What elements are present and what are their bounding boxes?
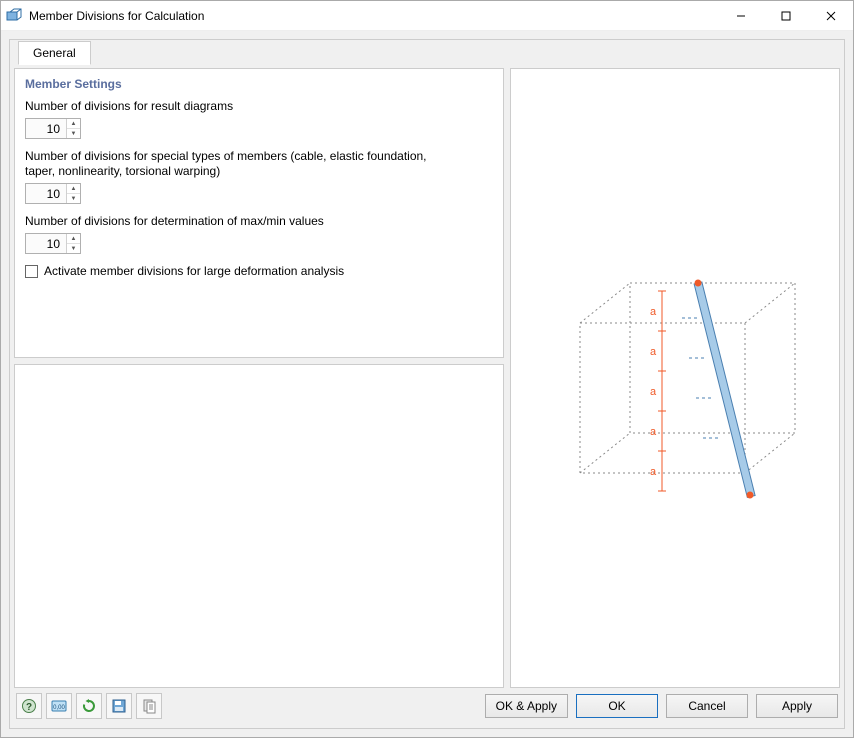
ok-button[interactable]: OK	[576, 694, 658, 718]
minimize-button[interactable]	[718, 1, 763, 30]
window-title: Member Divisions for Calculation	[29, 9, 204, 23]
field-special-types: Number of divisions for special types of…	[25, 149, 493, 204]
cancel-button[interactable]: Cancel	[666, 694, 748, 718]
field-maxmin: Number of divisions for determination of…	[25, 214, 493, 254]
member-settings-panel: Member Settings Number of divisions for …	[14, 68, 504, 358]
label-result-diagrams: Number of divisions for result diagrams	[25, 99, 445, 114]
units-button[interactable]: 0,00	[46, 693, 72, 719]
help-button[interactable]: ?	[16, 693, 42, 719]
spinner-special-types: ▲ ▼	[25, 183, 81, 204]
app-icon	[5, 7, 23, 25]
step-down-icon[interactable]: ▼	[67, 194, 80, 203]
stepper-special-types: ▲ ▼	[66, 184, 80, 203]
footer-buttons: OK & Apply OK Cancel Apply	[485, 694, 838, 718]
tab-general[interactable]: General	[18, 41, 91, 65]
member-preview-icon: a a a a a	[540, 243, 810, 513]
dialog-window: Member Divisions for Calculation General…	[0, 0, 854, 738]
svg-text:0,00: 0,00	[53, 705, 65, 711]
clipboard-icon	[141, 698, 157, 714]
input-result-diagrams[interactable]	[26, 119, 66, 138]
step-down-icon[interactable]: ▼	[67, 244, 80, 253]
label-activate: Activate member divisions for large defo…	[44, 264, 344, 278]
field-result-diagrams: Number of divisions for result diagrams …	[25, 99, 493, 139]
help-icon: ?	[21, 698, 37, 714]
apply-button[interactable]: Apply	[756, 694, 838, 718]
tab-container: General Member Settings Number of divisi…	[9, 39, 845, 729]
stepper-maxmin: ▲ ▼	[66, 234, 80, 253]
input-special-types[interactable]	[26, 184, 66, 203]
step-up-icon[interactable]: ▲	[67, 184, 80, 194]
spare-panel	[14, 364, 504, 688]
checkbox-row-activate[interactable]: Activate member divisions for large defo…	[25, 264, 493, 278]
layout-grid: Member Settings Number of divisions for …	[14, 68, 840, 688]
dim-label: a	[650, 306, 657, 318]
window-controls	[718, 1, 853, 30]
svg-text:?: ?	[26, 702, 32, 713]
step-up-icon[interactable]: ▲	[67, 119, 80, 129]
checkbox-activate[interactable]	[25, 265, 38, 278]
member-settings-heading: Member Settings	[25, 77, 493, 91]
refresh-icon	[81, 698, 97, 714]
ok-apply-button[interactable]: OK & Apply	[485, 694, 568, 718]
dim-label: a	[650, 466, 657, 478]
copy-button[interactable]	[136, 693, 162, 719]
titlebar: Member Divisions for Calculation	[1, 1, 853, 31]
label-special-types: Number of divisions for special types of…	[25, 149, 445, 179]
tab-strip: General	[14, 40, 840, 64]
maximize-button[interactable]	[763, 1, 808, 30]
dim-label: a	[650, 426, 657, 438]
spinner-result-diagrams: ▲ ▼	[25, 118, 81, 139]
step-down-icon[interactable]: ▼	[67, 129, 80, 138]
dialog-footer: ? 0,00 OK & Apply OK Cancel	[14, 688, 840, 724]
reset-button[interactable]	[76, 693, 102, 719]
dim-label: a	[650, 386, 657, 398]
step-up-icon[interactable]: ▲	[67, 234, 80, 244]
save-default-button[interactable]	[106, 693, 132, 719]
save-icon	[111, 698, 127, 714]
units-icon: 0,00	[51, 698, 67, 714]
dim-label: a	[650, 346, 657, 358]
preview-panel: a a a a a	[510, 68, 840, 688]
spinner-maxmin: ▲ ▼	[25, 233, 81, 254]
stepper-result-diagrams: ▲ ▼	[66, 119, 80, 138]
label-maxmin: Number of divisions for determination of…	[25, 214, 445, 229]
dialog-content: General Member Settings Number of divisi…	[1, 31, 853, 737]
input-maxmin[interactable]	[26, 234, 66, 253]
close-button[interactable]	[808, 1, 853, 30]
